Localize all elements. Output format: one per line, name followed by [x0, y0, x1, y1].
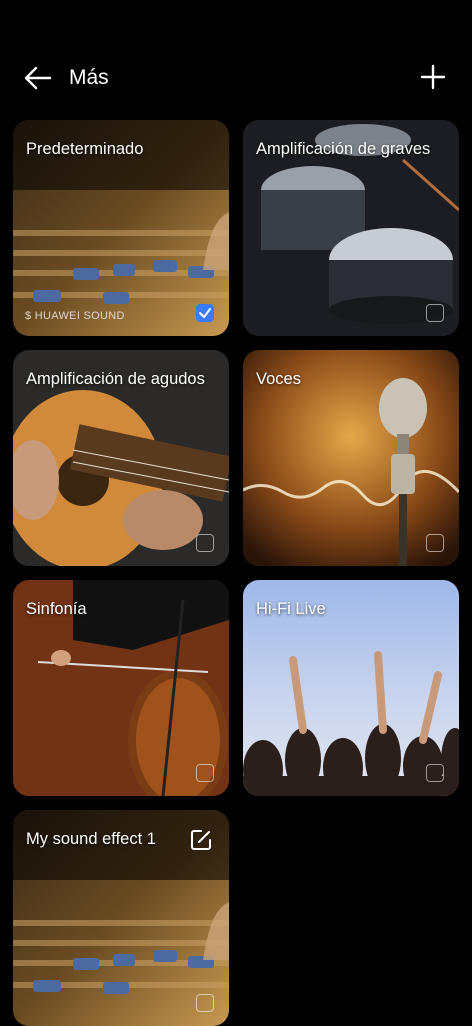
sound-effect-card-vocals[interactable]: Voces: [243, 350, 459, 566]
select-checkbox[interactable]: [196, 994, 214, 1012]
select-checkbox[interactable]: [196, 534, 214, 552]
select-checkbox[interactable]: [196, 764, 214, 782]
sound-effect-card-symphony[interactable]: Sinfonía: [13, 580, 229, 796]
top-bar: Más: [0, 52, 472, 104]
edit-icon[interactable]: [189, 828, 213, 852]
huawei-sound-brand: $ HUAWEI SOUND: [25, 310, 125, 322]
add-icon[interactable]: [420, 64, 446, 90]
sound-effect-card-treble-boost[interactable]: Amplificación de agudos: [13, 350, 229, 566]
card-label: Voces: [256, 370, 301, 388]
card-label: Predeterminado: [26, 140, 144, 158]
sound-effect-card-custom[interactable]: My sound effect 1: [13, 810, 229, 1026]
page-title: Más: [69, 66, 109, 89]
brand-label: HUAWEI SOUND: [34, 310, 125, 322]
back-arrow-icon[interactable]: [22, 64, 54, 92]
sound-effect-card-hifi-live[interactable]: Hi-Fi Live: [243, 580, 459, 796]
card-label: My sound effect 1: [26, 830, 156, 848]
card-label: Sinfonía: [26, 600, 87, 618]
sound-effect-card-bass-boost[interactable]: Amplificación de graves: [243, 120, 459, 336]
card-label: Hi-Fi Live: [256, 600, 326, 618]
card-label: Amplificación de agudos: [26, 370, 205, 388]
select-checkbox[interactable]: [426, 764, 444, 782]
select-checkbox[interactable]: [426, 534, 444, 552]
checkmark-icon: [199, 308, 211, 318]
huawei-sound-logo-icon: $: [25, 310, 32, 322]
select-checkbox[interactable]: [426, 304, 444, 322]
sound-effect-card-default[interactable]: Predeterminado $ HUAWEI SOUND: [13, 120, 229, 336]
card-label: Amplificación de graves: [256, 140, 431, 158]
selected-checkbox[interactable]: [196, 304, 214, 322]
